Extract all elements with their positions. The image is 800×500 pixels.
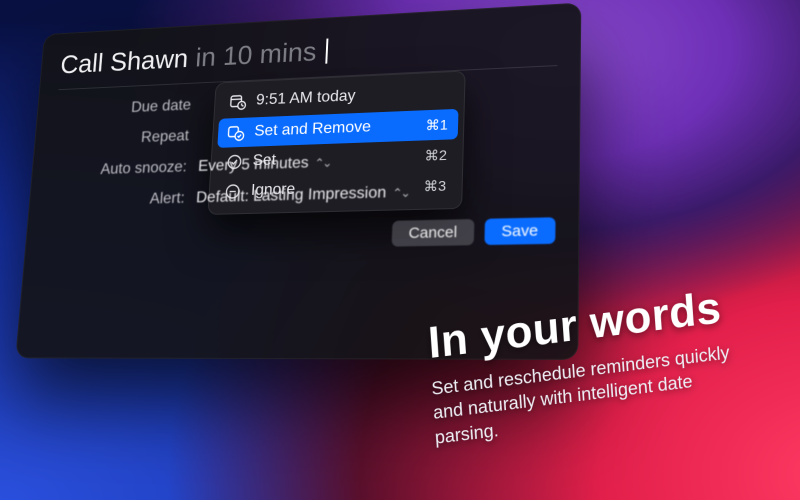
due-date-label: Due date [56,97,203,120]
alert-value: Default: Lasting Impression [196,184,387,207]
alert-label: Alert: [48,190,197,211]
text-caret [326,38,329,63]
stepper-icon: ⌃⌄ [314,156,331,170]
row-alert: Alert: Default: Lasting Impression ⌃⌄ [48,179,556,211]
cancel-button[interactable]: Cancel [392,219,475,247]
auto-snooze-label: Auto snooze: [51,158,199,180]
alert-select[interactable]: Default: Lasting Impression ⌃⌄ [196,184,410,208]
repeat-label: Repeat [53,127,200,150]
auto-snooze-value: Every 5 minutes [198,154,309,175]
save-button[interactable]: Save [484,217,555,245]
task-title-parsed-suffix: in 10 mins [195,36,318,73]
row-repeat: Repeat [53,113,557,150]
stepper-icon: ⌃⌄ [392,186,409,201]
row-auto-snooze: Auto snooze: Every 5 minutes ⌃⌄ [51,146,557,180]
reminder-edit-window: Call Shawn in 10 mins 9:51 AM today [15,2,581,359]
task-title-text: Call Shawn [59,43,189,80]
auto-snooze-select[interactable]: Every 5 minutes ⌃⌄ [198,154,331,176]
reminder-form: Due date Repeat Auto snooze: Every 5 min… [44,80,557,252]
dialog-button-row: Cancel Save [44,217,555,252]
